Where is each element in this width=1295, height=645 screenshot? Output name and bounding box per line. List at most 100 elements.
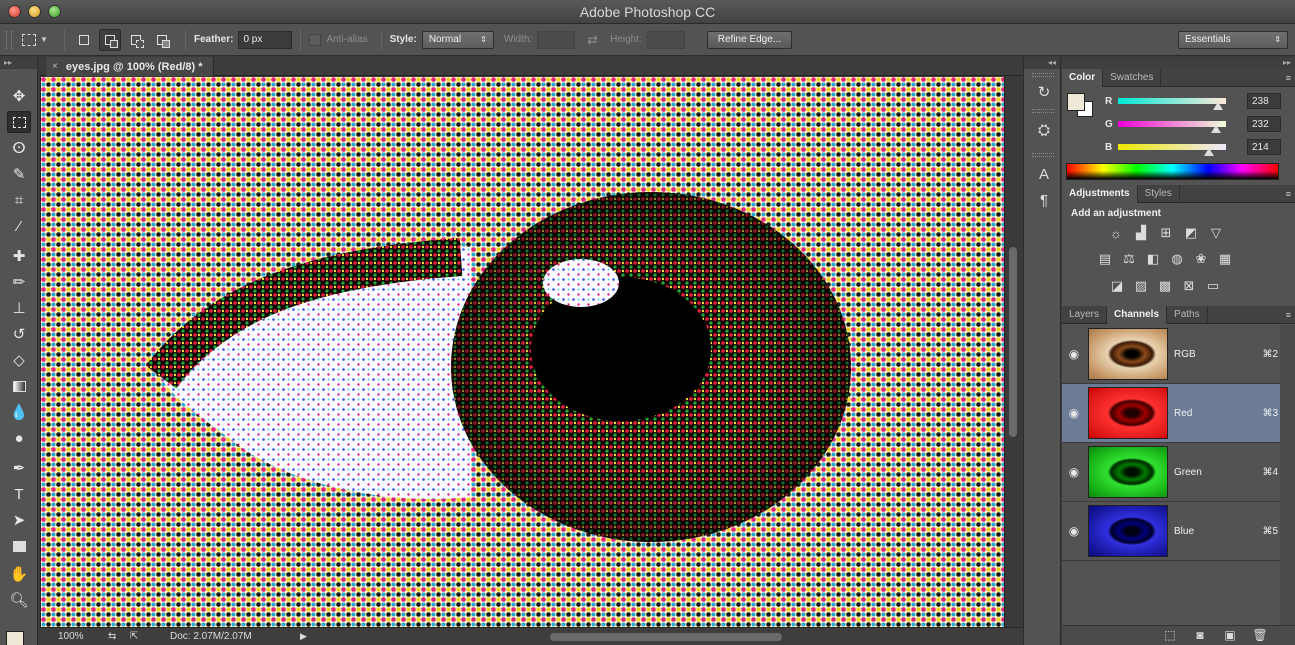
clone-stamp-tool-icon[interactable]: ⊥ [7,297,31,319]
blue-value-input[interactable] [1247,139,1281,155]
panel-menu-icon[interactable]: ≡ [1286,310,1291,320]
dock-grip[interactable] [1032,73,1054,77]
history-brush-tool-icon[interactable]: ↺ [7,323,31,345]
tab-paths[interactable]: Paths [1167,306,1208,324]
red-slider-thumb[interactable] [1213,102,1223,110]
gradient-map-icon[interactable]: ▭ [1204,277,1222,295]
document-tab[interactable]: × eyes.jpg @ 100% (Red/8) * [46,57,214,76]
selective-color-icon[interactable]: ⊠ [1180,277,1198,295]
tab-channels[interactable]: Channels [1107,306,1168,324]
color-lookup-icon[interactable]: ▦ [1216,250,1234,268]
color-balance-icon[interactable]: ⚖ [1120,250,1138,268]
sync-icon[interactable]: ⇆ [108,631,130,642]
panels-header[interactable]: ▸▸ [1062,57,1295,69]
workspace-select[interactable]: Essentials ⇕ [1178,30,1288,49]
dock-grip[interactable] [1032,109,1054,113]
dock-header[interactable]: ◂◂ [1024,57,1060,69]
eyedropper-tool-icon[interactable]: ⁄ [7,215,31,237]
height-input[interactable] [646,30,685,49]
path-selection-tool-icon[interactable]: ➤ [7,509,31,531]
tab-adjustments[interactable]: Adjustments [1062,185,1138,203]
channels-scrollbar[interactable] [1280,325,1295,625]
posterize-icon[interactable]: ▨ [1132,277,1150,295]
dodge-tool-icon[interactable]: ● [7,427,31,449]
foreground-color-swatch[interactable] [6,631,24,645]
hand-tool-icon[interactable]: ✋ [7,563,31,585]
invert-icon[interactable]: ◪ [1108,277,1126,295]
character-panel-icon[interactable]: A [1033,163,1055,185]
green-value-input[interactable] [1247,116,1281,132]
green-slider[interactable] [1118,121,1226,133]
vertical-scrollbar[interactable] [1005,77,1022,627]
tab-styles[interactable]: Styles [1138,185,1180,203]
lasso-tool-icon[interactable]: ⵙ [7,137,31,159]
foreground-color-swatch[interactable] [1067,93,1085,111]
tab-color[interactable]: Color [1062,69,1104,87]
new-channel-icon[interactable]: ▣ [1222,628,1238,644]
tab-layers[interactable]: Layers [1062,306,1108,324]
eraser-tool-icon[interactable]: ◇ [7,349,31,371]
canvas-area[interactable] [40,77,1022,627]
quick-selection-tool-icon[interactable]: ✎ [7,163,31,185]
red-value-input[interactable] [1247,93,1281,109]
visibility-eye-icon[interactable]: ◉ [1062,465,1086,479]
curves-icon[interactable]: ⊞ [1157,224,1175,242]
trash-icon[interactable]: 🗑︎ [1252,628,1268,644]
options-bar-grip[interactable] [6,30,12,49]
history-panel-icon[interactable]: ↻ [1033,81,1055,103]
tab-swatches[interactable]: Swatches [1103,69,1162,87]
levels-icon[interactable]: ▟ [1132,224,1150,242]
refine-edge-button[interactable]: Refine Edge... [706,30,793,49]
paragraph-panel-icon[interactable]: ¶ [1033,189,1055,211]
panel-menu-icon[interactable]: ≡ [1286,73,1291,83]
horizontal-scroll-thumb[interactable] [550,633,782,641]
color-swatches[interactable] [4,627,34,645]
rect-marquee-tool-icon[interactable] [7,111,31,133]
new-selection-button[interactable] [73,29,95,51]
healing-brush-tool-icon[interactable]: ✚ [7,245,31,267]
blue-slider[interactable] [1118,144,1226,156]
blur-tool-icon[interactable]: 💧 [7,401,31,423]
exposure-icon[interactable]: ◩ [1182,224,1200,242]
zoom-level[interactable]: 100% [58,631,108,642]
visibility-eye-icon[interactable]: ◉ [1062,406,1086,420]
status-menu-arrow-icon[interactable]: ▶ [300,631,307,642]
threshold-icon[interactable]: ▩ [1156,277,1174,295]
brightness-contrast-icon[interactable]: ☼ [1107,224,1125,242]
load-selection-icon[interactable]: ⬚ [1162,628,1178,644]
green-slider-thumb[interactable] [1211,125,1221,133]
pen-tool-icon[interactable]: ✒ [7,457,31,479]
share-icon[interactable]: ⇱ [130,631,170,642]
antialias-checkbox[interactable] [309,33,322,46]
swap-dimensions-icon[interactable]: ⇄ [587,32,598,48]
rectangle-shape-tool-icon[interactable] [7,535,31,557]
red-slider[interactable] [1118,98,1226,110]
visibility-eye-icon[interactable]: ◉ [1062,524,1086,538]
tools-panel-header[interactable]: ▸▸ [0,57,37,69]
panel-menu-icon[interactable]: ≡ [1286,189,1291,199]
subtract-selection-button[interactable] [125,29,147,51]
save-selection-icon[interactable]: ◙ [1192,628,1208,644]
brush-tool-icon[interactable]: ✏ [7,271,31,293]
tool-preset-picker[interactable]: ▼ [22,29,56,51]
channel-row-blue[interactable]: ◉ Blue ⌘5 [1062,502,1280,561]
document-canvas[interactable] [41,77,1004,627]
intersect-selection-button[interactable] [151,29,173,51]
black-white-icon[interactable]: ◧ [1144,250,1162,268]
channel-row-green[interactable]: ◉ Green ⌘4 [1062,443,1280,502]
close-tab-icon[interactable]: × [52,61,58,72]
dock-grip[interactable] [1032,153,1054,157]
crop-tool-icon[interactable]: ⌗ [7,189,31,211]
move-tool-icon[interactable]: ✥ [7,85,31,107]
style-select[interactable]: Normal ⇕ [421,30,494,49]
properties-panel-icon[interactable]: ⛭ [1033,119,1055,141]
zoom-tool-icon[interactable]: 🔍︎ [7,589,31,611]
vertical-scroll-thumb[interactable] [1009,247,1017,437]
blue-slider-thumb[interactable] [1204,148,1214,156]
type-tool-icon[interactable]: T [7,483,31,505]
gradient-tool-icon[interactable] [7,375,31,397]
color-ramp[interactable] [1066,163,1279,180]
width-input[interactable] [537,30,576,49]
photo-filter-icon[interactable]: ◍ [1168,250,1186,268]
feather-input[interactable] [238,30,293,49]
